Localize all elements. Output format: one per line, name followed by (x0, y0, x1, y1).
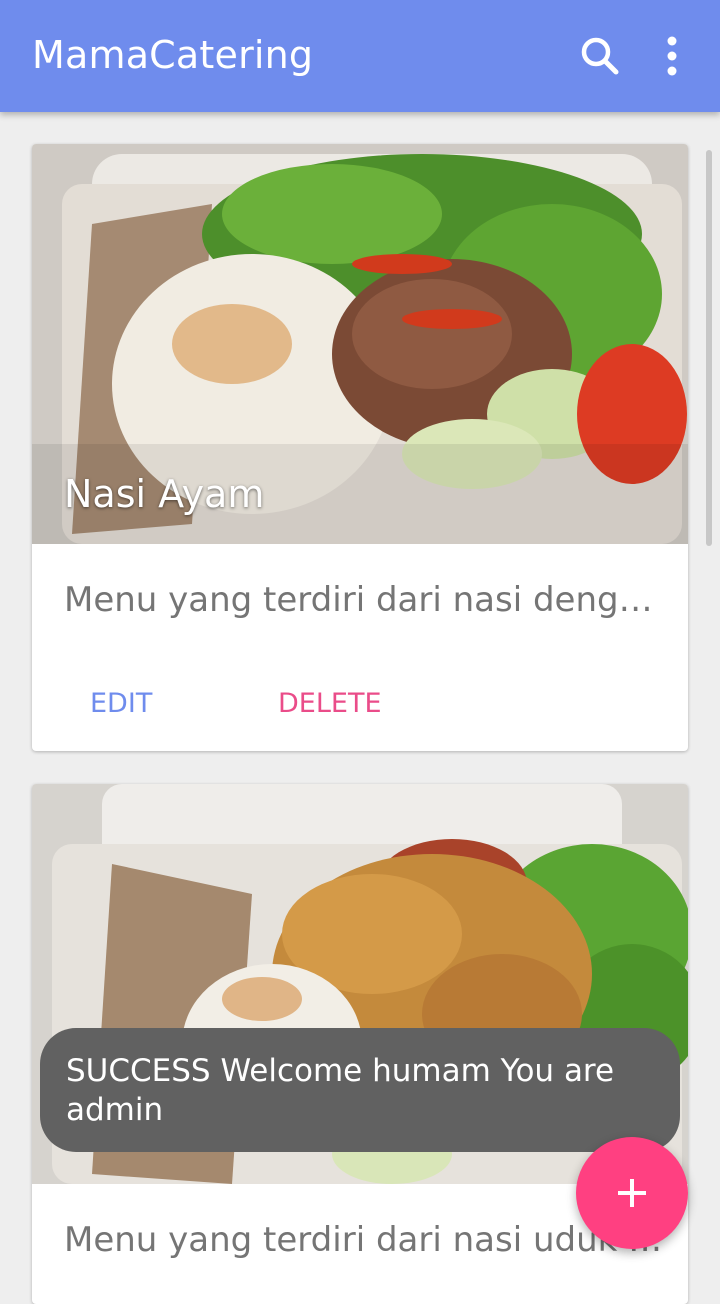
search-button[interactable] (572, 28, 628, 84)
snackbar: SUCCESS Welcome humam You are admin (40, 1028, 680, 1152)
card-description: Menu yang terdiri dari nasi dengan lauk … (64, 580, 664, 620)
search-icon (581, 37, 619, 75)
app-title: MamaCatering (32, 33, 314, 77)
edit-button[interactable]: EDIT (82, 684, 160, 723)
scrollbar[interactable] (706, 150, 712, 546)
delete-button[interactable]: DELETE (270, 684, 390, 723)
add-icon (618, 1179, 646, 1207)
snackbar-message: SUCCESS Welcome humam You are admin (66, 1053, 615, 1128)
app-bar: MamaCatering (0, 0, 720, 112)
menu-card[interactable]: Nasi Ayam Menu yang terdiri dari nasi de… (32, 144, 688, 751)
more-options-button[interactable] (644, 28, 700, 84)
card-title: Nasi Ayam (64, 472, 265, 516)
more-vert-icon (667, 36, 677, 76)
add-button[interactable] (576, 1137, 688, 1249)
card-description: Menu yang terdiri dari nasi uduk dengan … (64, 1220, 664, 1260)
